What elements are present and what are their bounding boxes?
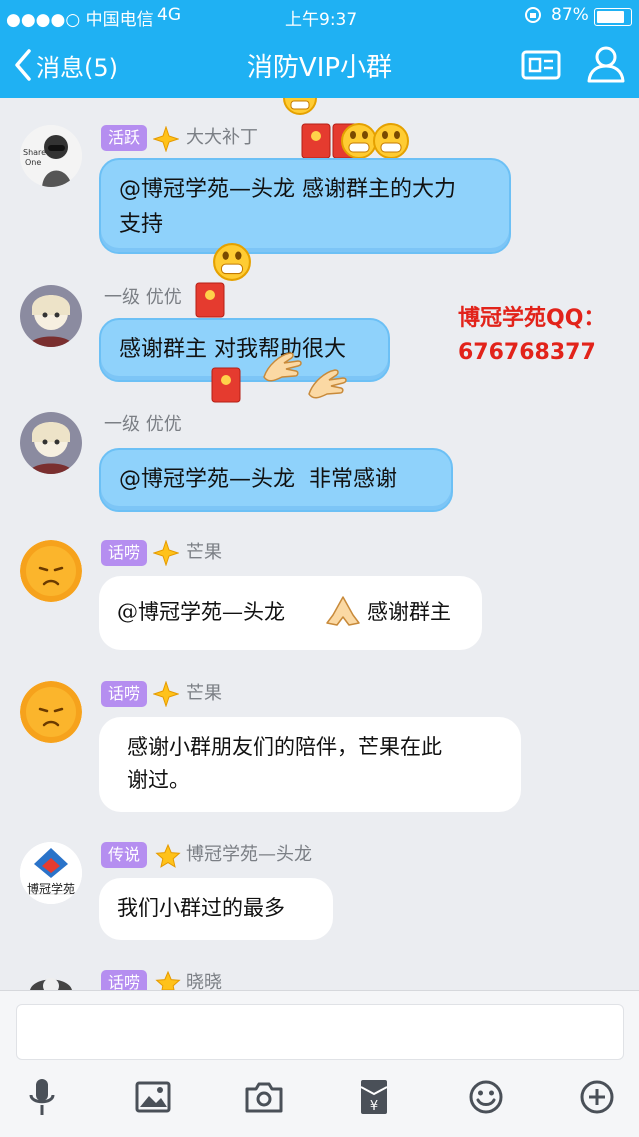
group-members-button[interactable]: [584, 44, 628, 88]
message-bubble[interactable]: 我们小群过的最多: [99, 878, 333, 940]
member-title-badge: 传说: [101, 842, 148, 868]
svg-text:Share: Share: [23, 148, 46, 157]
message-text: 感谢小群朋友们的陪伴，芒果在此: [127, 735, 442, 759]
praying-hands-icon: [323, 593, 363, 639]
message-text: @博冠学苑—头龙: [117, 600, 285, 624]
message-bubble[interactable]: @博冠学苑—头龙 非常感谢: [99, 448, 453, 512]
message-bubble[interactable]: @博冠学苑—头龙 感谢群主的大力 支持: [99, 158, 511, 254]
avatar[interactable]: [20, 681, 82, 743]
member-title-badge: 话唠: [101, 681, 148, 707]
star-icon: [152, 539, 180, 570]
star-icon: [155, 843, 181, 873]
group-card-button[interactable]: [521, 49, 561, 85]
red-packet-icon: [211, 367, 241, 407]
sender-name: 优优: [145, 287, 182, 308]
sender-name: 大大补丁: [186, 127, 258, 148]
status-bar: ●●●●○ 中国电信 4G 上午9:37 87%: [0, 0, 639, 32]
network-type: 4G: [157, 5, 181, 25]
emoji-grin-icon: [212, 242, 252, 286]
sender-name: 芒果: [186, 542, 222, 563]
voice-button[interactable]: [17, 1072, 67, 1122]
message-text: 感谢群主 对我帮助很大: [119, 337, 346, 362]
more-button[interactable]: [572, 1072, 622, 1122]
id-card-icon: [521, 50, 561, 80]
member-title-badge: 活跃: [101, 125, 148, 151]
sender-name: 晓晓: [186, 972, 222, 990]
avatar[interactable]: [20, 970, 82, 990]
camera-icon: [245, 1082, 283, 1113]
message-text-line2: 谢过。: [127, 768, 190, 792]
camera-button[interactable]: [239, 1072, 289, 1122]
member-level: 一级: [104, 287, 140, 308]
rotation-lock-icon: [523, 5, 543, 30]
battery-percent: 87%: [551, 5, 589, 25]
nav-bar: 消息(5) 消防VIP小群: [0, 32, 639, 98]
message-bubble[interactable]: @博冠学苑—头龙 感谢群主: [99, 576, 482, 650]
clock: 上午9:37: [285, 10, 358, 30]
member-title-badge: 话唠: [101, 540, 148, 566]
clap-hands-icon: [260, 347, 304, 389]
message-text-line2: 支持: [119, 212, 164, 237]
avatar[interactable]: Share One: [20, 125, 82, 187]
avatar[interactable]: [20, 412, 82, 474]
emoji-icon: [469, 1080, 503, 1114]
image-icon: [135, 1081, 171, 1113]
mic-icon: [29, 1079, 55, 1115]
battery-icon: [594, 8, 632, 26]
star-icon: [152, 125, 180, 156]
avatar[interactable]: [20, 540, 82, 602]
message-text: @博冠学苑—头龙 感谢群主的大力: [119, 177, 456, 202]
avatar-caption: 博冠学苑: [26, 882, 75, 896]
member-level: 一级: [104, 414, 140, 435]
image-button[interactable]: [128, 1072, 178, 1122]
message-text: @博冠学苑—头龙 非常感谢: [119, 467, 397, 492]
message-text: 我们小群过的最多: [117, 896, 285, 920]
message-text-tail: 感谢群主: [367, 600, 451, 624]
svg-text:¥: ¥: [370, 1099, 378, 1114]
member-title-badge: 话唠: [101, 970, 148, 990]
message-bubble[interactable]: 感谢小群朋友们的陪伴，芒果在此 谢过。: [99, 717, 521, 812]
emoji-grin-icon: [282, 97, 318, 124]
red-packet-icon: [195, 282, 225, 322]
plus-icon: [580, 1080, 614, 1114]
red-packet-icon: [301, 123, 331, 163]
red-packet-button[interactable]: ¥: [349, 1072, 399, 1122]
sender-name: 优优: [145, 414, 182, 435]
carrier: ●●●●○ 中国电信: [6, 10, 154, 30]
star-icon: [152, 680, 180, 711]
svg-text:One: One: [25, 158, 41, 167]
clap-hands-icon: [305, 364, 349, 406]
avatar[interactable]: [20, 285, 82, 347]
avatar[interactable]: 博冠学苑: [20, 842, 82, 904]
person-icon: [587, 46, 625, 83]
sender-name: 博冠学苑—头龙: [186, 844, 312, 865]
sender-name: 芒果: [186, 683, 222, 704]
emoji-button[interactable]: [461, 1072, 511, 1122]
watermark-line2: 676768377: [458, 340, 596, 365]
red-packet-icon: ¥: [360, 1080, 388, 1114]
watermark-line1: 博冠学苑QQ：: [458, 306, 606, 331]
message-input[interactable]: [16, 1004, 624, 1060]
